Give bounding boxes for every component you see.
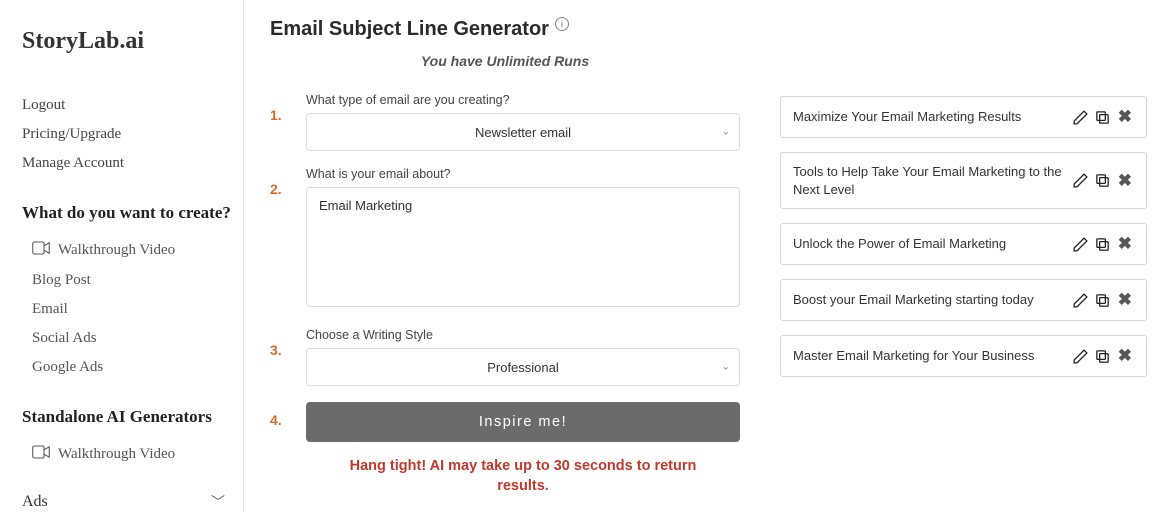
sidebar-item-label: Google Ads (32, 359, 103, 376)
email-about-textarea[interactable] (306, 187, 740, 307)
result-card: Tools to Help Take Your Email Marketing … (780, 152, 1147, 209)
step-writing-style: 3. Choose a Writing Style Professional ⌄ (270, 328, 740, 386)
sidebar-link-pricing[interactable]: Pricing/Upgrade (22, 120, 243, 149)
result-actions: ✖ (1072, 290, 1134, 310)
edit-icon[interactable] (1072, 108, 1090, 126)
edit-icon[interactable] (1072, 291, 1090, 309)
copy-icon[interactable] (1094, 291, 1112, 309)
sidebar-item-social-ads[interactable]: Social Ads (22, 324, 243, 353)
writing-style-select[interactable]: Professional (306, 348, 740, 386)
close-icon[interactable]: ✖ (1116, 290, 1134, 310)
sidebar-link-logout[interactable]: Logout (22, 91, 243, 120)
step-number: 2. (270, 181, 288, 197)
form-column: Email Subject Line Generator i You have … (270, 18, 740, 512)
brand-logo: StoryLab.ai (22, 28, 243, 55)
sidebar-collapsible-ads[interactable]: Ads ﹀ (22, 492, 243, 512)
edit-icon[interactable] (1072, 235, 1090, 253)
sidebar-collapsible-label: Ads (22, 493, 48, 511)
sidebar-link-manage-account[interactable]: Manage Account (22, 149, 243, 178)
result-card: Unlock the Power of Email Marketing ✖ (780, 223, 1147, 265)
result-text: Unlock the Power of Email Marketing (793, 235, 1062, 253)
copy-icon[interactable] (1094, 108, 1112, 126)
result-actions: ✖ (1072, 346, 1134, 366)
step-number: 4. (270, 412, 288, 428)
step-number: 1. (270, 107, 288, 123)
close-icon[interactable]: ✖ (1116, 171, 1134, 191)
results-column: Maximize Your Email Marketing Results ✖ … (780, 18, 1155, 512)
sidebar-item-email[interactable]: Email (22, 295, 243, 324)
sidebar-item-google-ads[interactable]: Google Ads (22, 353, 243, 382)
sidebar-heading-standalone: Standalone AI Generators (22, 406, 243, 429)
sidebar-item-standalone-walkthrough[interactable]: Walkthrough Video (22, 439, 243, 470)
result-card: Boost your Email Marketing starting toda… (780, 279, 1147, 321)
sidebar-item-label: Blog Post (32, 272, 91, 289)
result-text: Tools to Help Take Your Email Marketing … (793, 163, 1062, 198)
copy-icon[interactable] (1094, 172, 1112, 190)
main-content: Email Subject Line Generator i You have … (244, 0, 1173, 512)
edit-icon[interactable] (1072, 172, 1090, 190)
result-text: Boost your Email Marketing starting toda… (793, 291, 1062, 309)
result-text: Maximize Your Email Marketing Results (793, 108, 1062, 126)
sidebar-item-label: Walkthrough Video (58, 446, 175, 463)
sidebar-item-label: Social Ads (32, 330, 97, 347)
close-icon[interactable]: ✖ (1116, 346, 1134, 366)
result-actions: ✖ (1072, 234, 1134, 254)
step-label: What type of email are you creating? (306, 93, 740, 107)
inspire-me-button[interactable]: Inspire me! (306, 402, 740, 442)
step-email-about: 2. What is your email about? (270, 167, 740, 312)
step-label: Choose a Writing Style (306, 328, 740, 342)
sidebar-item-label: Email (32, 301, 68, 318)
result-card: Master Email Marketing for Your Business… (780, 335, 1147, 377)
close-icon[interactable]: ✖ (1116, 234, 1134, 254)
video-icon (32, 445, 50, 464)
result-actions: ✖ (1072, 171, 1134, 191)
result-card: Maximize Your Email Marketing Results ✖ (780, 96, 1147, 138)
step-submit: 4. Inspire me! Hang tight! AI may take u… (270, 402, 740, 497)
sidebar-item-blog-post[interactable]: Blog Post (22, 266, 243, 295)
step-label: What is your email about? (306, 167, 740, 181)
chevron-down-icon: ﹀ (211, 492, 225, 512)
page-title: Email Subject Line Generator (270, 18, 549, 41)
wait-message: Hang tight! AI may take up to 30 seconds… (306, 456, 740, 497)
video-icon (32, 241, 50, 260)
edit-icon[interactable] (1072, 347, 1090, 365)
info-icon[interactable]: i (555, 17, 569, 31)
sidebar-heading-create: What do you want to create? (22, 202, 243, 225)
step-email-type: 1. What type of email are you creating? … (270, 93, 740, 151)
sidebar-item-walkthrough-video[interactable]: Walkthrough Video (22, 235, 243, 266)
copy-icon[interactable] (1094, 347, 1112, 365)
copy-icon[interactable] (1094, 235, 1112, 253)
step-number: 3. (270, 342, 288, 358)
email-type-select[interactable]: Newsletter email (306, 113, 740, 151)
close-icon[interactable]: ✖ (1116, 107, 1134, 127)
result-actions: ✖ (1072, 107, 1134, 127)
result-text: Master Email Marketing for Your Business (793, 347, 1062, 365)
sidebar: StoryLab.ai Logout Pricing/Upgrade Manag… (0, 0, 244, 512)
sidebar-item-label: Walkthrough Video (58, 242, 175, 259)
runs-message: You have Unlimited Runs (270, 53, 740, 69)
